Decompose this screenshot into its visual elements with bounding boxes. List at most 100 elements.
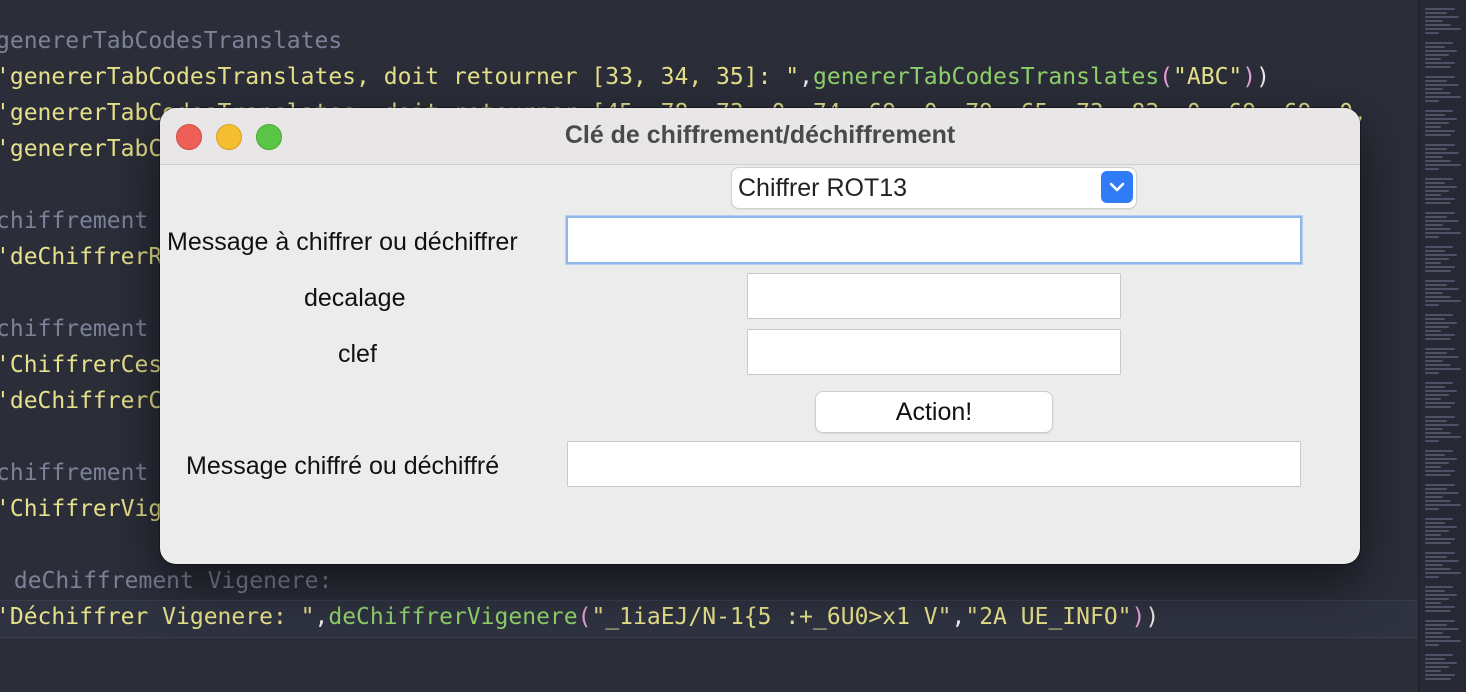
minimap-line [1425,190,1449,192]
clef-input[interactable] [748,330,1120,374]
minimap-line [1425,606,1455,608]
minimap-line [1425,130,1455,132]
minimap-line [1425,488,1447,490]
minimap-line [1425,80,1447,82]
minimap-line [1425,160,1451,162]
code-token: 'Déchiffrer Vigenere: " [0,604,315,630]
minimap-line [1425,284,1447,286]
minimap-line [1425,8,1455,10]
minimap-line [1425,122,1449,124]
minimap-line [1425,372,1439,374]
minimap-line [1425,658,1445,660]
code-token: deChiffrerVigenere [328,604,578,630]
minimap-line [1425,504,1461,506]
minimap-line [1425,590,1445,592]
minimap-line [1425,318,1445,320]
result-field[interactable] [567,441,1301,487]
minimap-line [1425,322,1457,324]
minimap-line [1425,432,1451,434]
chevron-down-icon[interactable] [1101,171,1133,203]
decalage-field[interactable] [747,273,1121,319]
title-bar[interactable]: Clé de chiffrement/déchiffrement [160,108,1360,165]
minimap-line [1425,76,1455,78]
minimap-line [1425,42,1453,44]
minimap-line [1425,538,1455,540]
code-token: "_1iaEJ/N-1{5 :+_6U0>x1 V" [591,604,952,630]
minimap-line [1425,474,1451,476]
minimap-line [1425,670,1441,672]
minimap-line [1425,110,1453,112]
minimap-line [1425,100,1439,102]
code-token: , [951,604,966,630]
message-field[interactable] [566,216,1302,264]
minimap-line [1425,534,1441,536]
window-title: Clé de chiffrement/déchiffrement [564,121,956,149]
minimap-line [1425,50,1457,52]
code-token: ) [1256,64,1271,90]
minimap-line [1425,182,1445,184]
minimap-line [1425,348,1455,350]
minimap-line [1425,552,1455,554]
minimap-line [1425,360,1443,362]
code-token: "2A UE_INFO" [965,604,1132,630]
minimap-line [1425,420,1447,422]
code-token: , [799,64,813,90]
minimap-line [1425,466,1441,468]
minimap-line [1425,194,1441,196]
minimap-line [1425,12,1447,14]
minimap-line [1425,134,1451,136]
mode-select[interactable]: Chiffrer ROT13 [732,168,1136,208]
code-token: genererTabCodesTranslates [813,64,1160,90]
minimap-line [1425,314,1453,316]
minimap-line [1425,66,1451,68]
minimap-line [1425,352,1447,354]
minimap-line [1425,266,1455,268]
minimap-line [1425,288,1459,290]
minimap-line [1425,148,1447,150]
minimap-line [1425,644,1439,646]
minimap-line [1425,292,1443,294]
minimap-line [1425,492,1459,494]
minimap-line [1425,678,1451,680]
minimap-line [1425,28,1461,30]
minimap-line [1425,674,1455,676]
minimap-line [1425,576,1439,578]
code-token: ( [1159,64,1174,90]
code-line: 'genererTabCodesTranslates, doit retourn… [0,59,1270,95]
minimap-line [1425,458,1457,460]
mode-select-value: Chiffrer ROT13 [738,174,908,202]
code-token: genererTabCodesTranslates [0,28,343,54]
editor-minimap[interactable] [1418,0,1466,692]
minimap-line [1425,62,1455,64]
message-input[interactable] [568,218,1300,262]
minimap-line [1425,586,1453,588]
minimap-line [1425,96,1461,98]
minimap-line [1425,594,1457,596]
result-input[interactable] [568,442,1300,486]
minimap-line [1425,402,1455,404]
minimap-line [1425,406,1451,408]
minimap-line [1425,450,1453,452]
minimap-line [1425,330,1441,332]
code-line: 'Déchiffrer Vigenere: ", deChiffrerVigene… [0,599,1159,635]
message-label: Message à chiffrer ou déchiffrer [167,228,518,256]
minimap-line [1425,118,1457,120]
minimap-line [1425,220,1459,222]
action-button[interactable]: Action! [816,392,1052,432]
minimap-line [1425,246,1453,248]
minimap-line [1425,428,1443,430]
minimap-line [1425,640,1461,642]
minimap-line [1425,212,1455,214]
minimap-line [1425,88,1443,90]
minimap-line [1425,24,1451,26]
clef-field[interactable] [747,329,1121,375]
minimap-line [1425,564,1443,566]
minimap-line [1425,16,1459,18]
decalage-input[interactable] [748,274,1120,318]
minimap-line [1425,484,1455,486]
minimap-line [1425,186,1457,188]
code-token: deChiffrement Vigenere: [0,568,333,594]
minimap-line [1425,296,1451,298]
minimap-line [1425,628,1459,630]
minimap-line [1425,530,1449,532]
